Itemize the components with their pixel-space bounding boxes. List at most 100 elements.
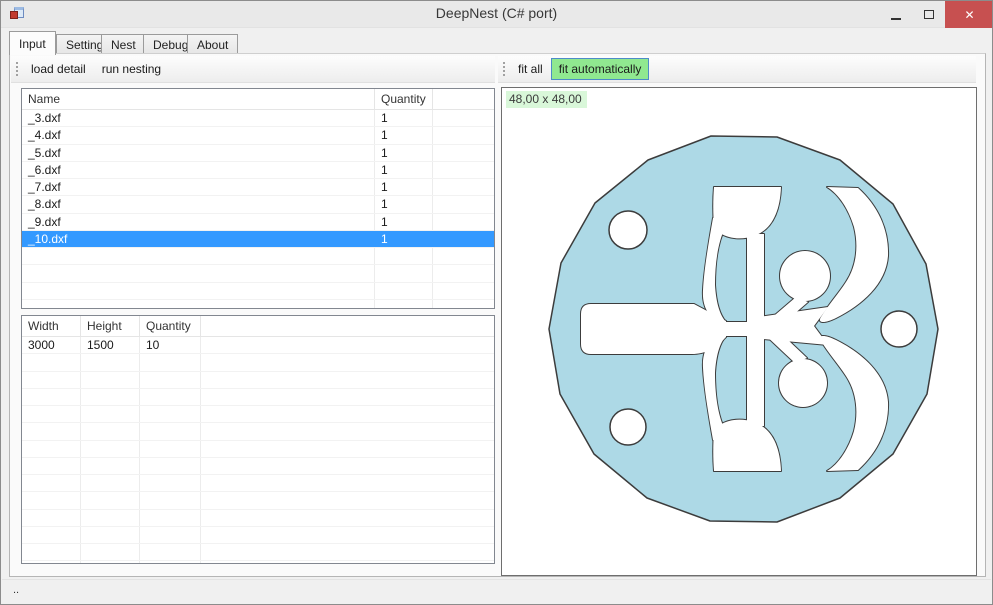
table-cell (81, 441, 140, 457)
tab-nest[interactable]: Nest (101, 34, 146, 54)
table-row[interactable] (22, 544, 494, 561)
part-drawing (502, 88, 976, 575)
column-header-width[interactable]: Width (22, 316, 81, 337)
table-cell (140, 492, 201, 508)
table-row[interactable]: _3.dxf1 (22, 110, 494, 127)
table-row[interactable]: _4.dxf1 (22, 127, 494, 144)
table-cell (22, 406, 81, 422)
table-cell: _5.dxf (22, 145, 375, 161)
table-cell (81, 423, 140, 439)
sheet-size-label: 48,00 x 48,00 (506, 91, 587, 108)
table-row[interactable]: _7.dxf1 (22, 179, 494, 196)
table-cell (22, 283, 375, 299)
table-row[interactable] (22, 389, 494, 406)
table-cell (140, 510, 201, 526)
column-header-quantity[interactable]: Quantity (140, 316, 201, 337)
parts-list: Name Quantity _3.dxf1_4.dxf1_5.dxf1_6.dx… (21, 88, 495, 309)
table-cell (81, 354, 140, 370)
sheets-list: Width Height Quantity 3000150010 (21, 315, 495, 564)
table-row[interactable]: _6.dxf1 (22, 162, 494, 179)
table-row[interactable] (22, 510, 494, 527)
table-cell (140, 475, 201, 491)
table-cell (81, 372, 140, 388)
minimize-button[interactable] (879, 1, 912, 28)
table-row[interactable]: 3000150010 (22, 337, 494, 354)
table-cell: _9.dxf (22, 214, 375, 230)
table-cell: _7.dxf (22, 179, 375, 195)
tab-strip: Input Settings Nest Debug About (1, 30, 992, 54)
table-cell (22, 510, 81, 526)
run-nesting-button[interactable]: run nesting (94, 58, 169, 80)
table-row[interactable] (22, 423, 494, 440)
table-row[interactable]: _10.dxf1 (22, 231, 494, 248)
table-cell (140, 561, 201, 564)
table-cell (140, 389, 201, 405)
table-row[interactable]: _8.dxf1 (22, 196, 494, 213)
table-row[interactable]: _9.dxf1 (22, 214, 494, 231)
table-cell (375, 283, 433, 299)
table-cell: 1 (375, 145, 433, 161)
table-cell (22, 248, 375, 264)
toolbar-grip-icon[interactable] (14, 60, 18, 78)
table-row[interactable]: _5.dxf1 (22, 145, 494, 162)
table-row[interactable] (22, 527, 494, 544)
column-header-name[interactable]: Name (22, 89, 375, 110)
table-cell (140, 544, 201, 560)
toolbar-grip-icon[interactable] (501, 60, 505, 78)
app-window: DeepNest (C# port) ✕ Input Settings Nest… (0, 0, 993, 605)
table-cell: 1 (375, 110, 433, 126)
table-cell: 1 (375, 179, 433, 195)
fit-automatically-button[interactable]: fit automatically (551, 58, 650, 80)
table-cell (375, 248, 433, 264)
maximize-icon (924, 10, 934, 19)
table-row[interactable] (22, 283, 494, 300)
table-row[interactable] (22, 441, 494, 458)
table-cell (140, 441, 201, 457)
window-title: DeepNest (C# port) (1, 5, 992, 21)
table-cell: 1 (375, 214, 433, 230)
table-row[interactable] (22, 458, 494, 475)
table-row[interactable] (22, 561, 494, 564)
table-cell (22, 492, 81, 508)
column-header-height[interactable]: Height (81, 316, 140, 337)
maximize-button[interactable] (912, 1, 945, 28)
load-detail-button[interactable]: load detail (23, 58, 94, 80)
table-cell (22, 389, 81, 405)
sheets-list-body: 3000150010 (22, 337, 494, 564)
title-bar[interactable]: DeepNest (C# port) ✕ (1, 1, 992, 28)
table-cell (22, 441, 81, 457)
table-cell (375, 300, 433, 309)
table-row[interactable] (22, 492, 494, 509)
hole-bottom-left (610, 409, 646, 445)
table-row[interactable] (22, 300, 494, 309)
tab-input[interactable]: Input (9, 31, 56, 55)
table-row[interactable] (22, 406, 494, 423)
close-button[interactable]: ✕ (945, 1, 993, 28)
table-cell: 1500 (81, 337, 140, 353)
left-toolbar: load detail run nesting (11, 56, 495, 83)
fit-all-button[interactable]: fit all (510, 58, 551, 80)
table-cell (22, 458, 81, 474)
table-row[interactable] (22, 248, 494, 265)
table-row[interactable] (22, 354, 494, 371)
table-cell (81, 492, 140, 508)
table-cell (81, 475, 140, 491)
table-row[interactable] (22, 265, 494, 282)
table-cell (140, 527, 201, 543)
tab-page-input: load detail run nesting Name Quantity _3… (9, 53, 986, 577)
table-cell (22, 300, 375, 309)
status-bar: .. (2, 579, 991, 601)
table-cell: 1 (375, 231, 433, 247)
table-row[interactable] (22, 475, 494, 492)
hole-right (881, 311, 917, 347)
tab-about[interactable]: About (187, 34, 238, 54)
nesting-canvas[interactable]: 48,00 x 48,00 (501, 87, 977, 576)
table-row[interactable] (22, 372, 494, 389)
column-header-quantity[interactable]: Quantity (375, 89, 433, 110)
table-cell (140, 423, 201, 439)
table-cell: 1 (375, 196, 433, 212)
table-cell (140, 458, 201, 474)
table-cell (22, 354, 81, 370)
minimize-icon (891, 18, 901, 20)
table-cell (81, 544, 140, 560)
